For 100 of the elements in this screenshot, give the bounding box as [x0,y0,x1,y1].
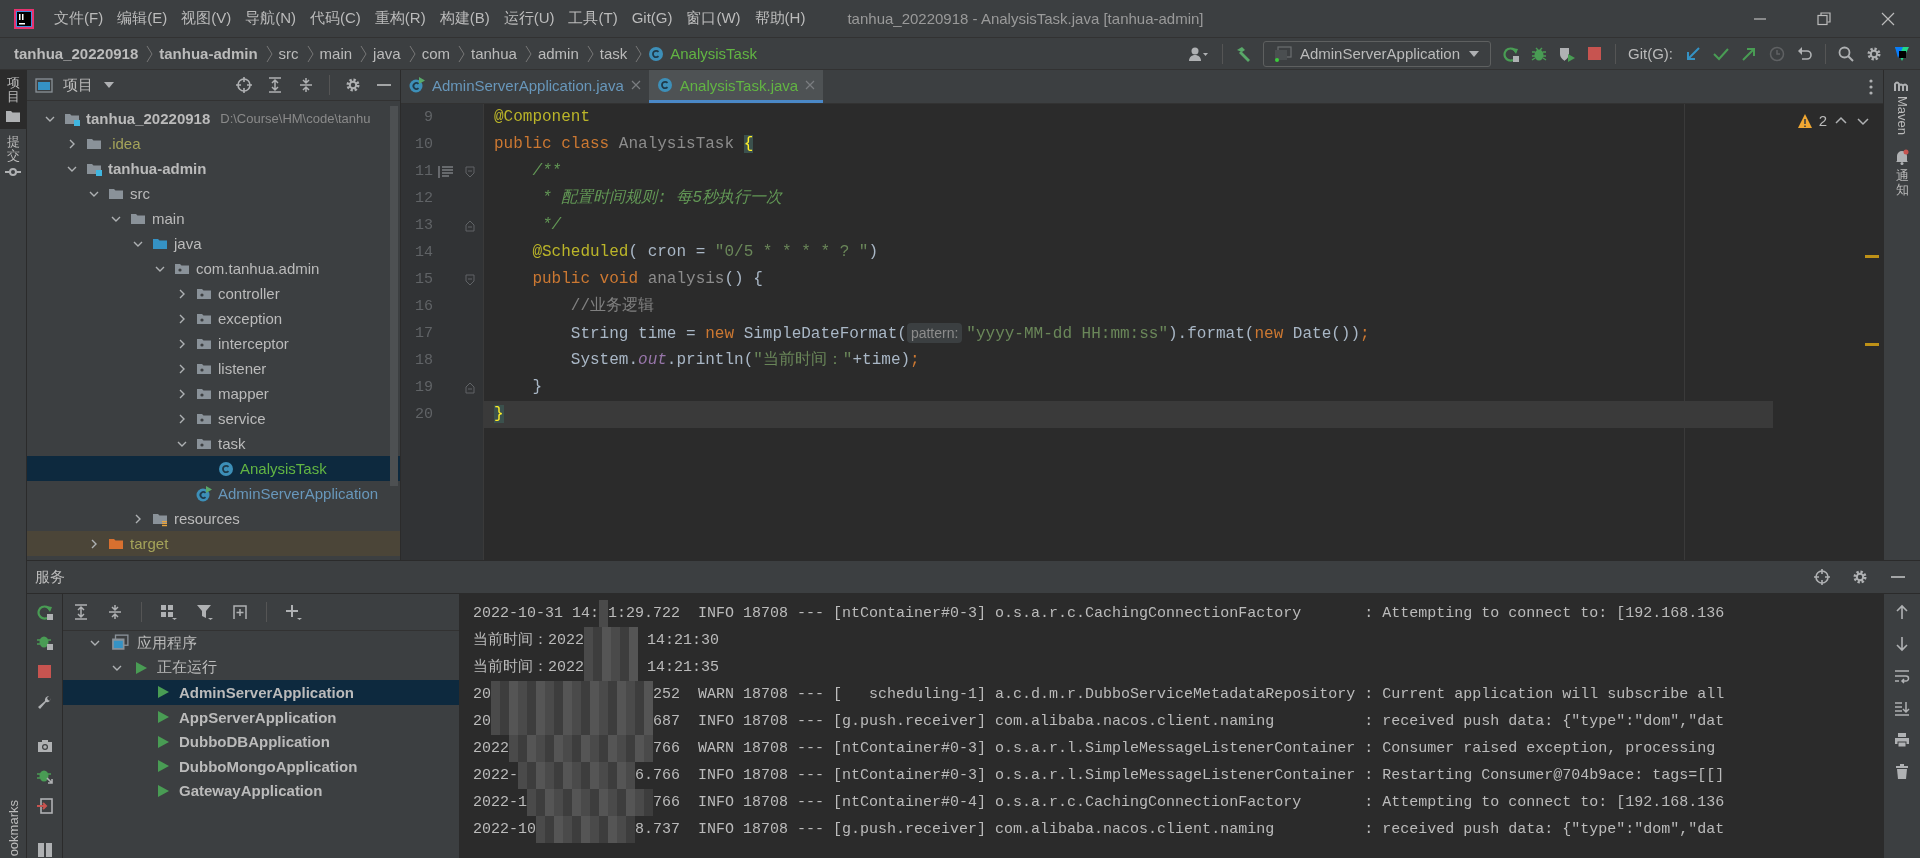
breadcrumb[interactable]: tanhua-admin [159,45,258,62]
menu-item[interactable]: 编辑(E) [117,9,168,28]
settings-icon[interactable] [1852,569,1868,585]
tree-item[interactable]: exception [27,306,400,331]
run-configuration-dropdown[interactable]: AdminServerApplication [1262,40,1491,67]
tree-item[interactable]: AnalysisTask [27,456,400,481]
tree-item[interactable]: .idea [27,131,400,156]
user-icon[interactable] [1187,45,1210,62]
menu-item[interactable]: 窗口(W) [686,9,741,28]
debug-icon[interactable] [36,634,53,650]
warning-marker[interactable] [1865,255,1879,258]
menu-item[interactable]: 帮助(H) [754,9,806,28]
warning-count[interactable]: 2 [1818,112,1827,129]
tool-window-tab[interactable]: 提交 [0,128,27,184]
breadcrumb[interactable]: admin [537,45,579,62]
search-icon[interactable] [1838,45,1854,62]
tree-item[interactable]: main [27,206,400,231]
tree-item[interactable]: service [27,406,400,431]
tree-item[interactable]: tanhua-admin [27,156,400,181]
layout-icon[interactable] [36,842,53,858]
menu-item[interactable]: 运行(U) [503,9,555,28]
caret-icon[interactable] [103,81,115,89]
tree-item[interactable]: task [27,431,400,456]
tree-item[interactable]: AdminServerApplication [63,680,459,705]
arrow-up-icon[interactable] [1894,604,1910,620]
crosshair-icon[interactable] [236,77,252,93]
settings-icon[interactable] [345,77,361,93]
editor-tab[interactable]: AnalysisTask.java [648,70,824,103]
breadcrumb[interactable]: tanhua_20220918 [14,45,139,62]
tree-item[interactable]: resources [27,506,400,531]
tree-item[interactable]: mapper [27,381,400,406]
settings-icon[interactable] [1866,45,1882,62]
rerun-icon[interactable] [1503,45,1519,62]
warning-marker[interactable] [1865,343,1879,346]
bookmarks-tab[interactable]: ookmarks [5,799,21,858]
scrollbar[interactable] [390,106,398,486]
tree-item[interactable]: controller [27,281,400,306]
tree-item[interactable]: listener [27,356,400,381]
close-icon[interactable] [1881,11,1895,26]
attach-debugger-icon[interactable] [36,768,53,784]
tree-item[interactable]: DubboMongoApplication [63,753,459,779]
toolbox-logo-icon[interactable] [1894,45,1910,62]
breadcrumb[interactable]: src [278,45,299,62]
breadcrumb[interactable]: tanhua [471,45,517,62]
restore-icon[interactable] [1817,11,1831,26]
arrow-down-left-icon[interactable] [1685,45,1701,62]
tree-item[interactable]: interceptor [27,331,400,356]
tree-item[interactable]: 正在运行 [63,655,459,681]
arrow-down-icon[interactable] [1894,636,1910,652]
tree-item[interactable]: com.tanhua.admin [27,256,400,281]
menu-item[interactable]: 导航(N) [245,9,296,28]
breadcrumb[interactable]: task [599,45,628,62]
warning-icon[interactable] [1796,112,1813,129]
editor-tab[interactable]: AdminServerApplication.java [401,70,649,103]
breadcrumb[interactable]: main [319,45,353,62]
tree-item[interactable]: AppServerApplication [63,704,459,730]
wrench-icon[interactable] [36,694,53,710]
menu-item[interactable]: 工具(T) [568,9,618,28]
tree-item[interactable]: tanhua_20220918 D:\Course\HM\code\tanhu [27,106,400,131]
tree-item[interactable]: target [27,531,400,556]
tree-item[interactable]: 应用程序 [63,631,459,656]
breadcrumb[interactable]: java [373,45,401,62]
menu-item[interactable]: 文件(F) [54,9,104,28]
tree-item[interactable]: DubboDBApplication [63,729,459,754]
rerun-icon[interactable] [36,604,53,620]
tree-item[interactable]: java [27,231,400,256]
more-icon[interactable] [1869,78,1873,95]
menu-item[interactable]: 视图(V) [181,9,232,28]
new-tab-icon[interactable] [232,604,248,620]
tool-window-tab[interactable]: Maven [1894,80,1910,136]
camera-icon[interactable] [36,738,53,754]
filter-icon[interactable] [196,604,214,620]
arrow-up-right-icon[interactable] [1741,45,1757,62]
coverage-icon[interactable] [1559,45,1575,62]
close-icon[interactable] [630,80,641,90]
menu-item[interactable]: 重构(R) [374,9,426,28]
menu-item[interactable]: 构建(B) [439,9,490,28]
tree-item[interactable]: GatewayApplication [63,778,459,804]
collapse-all-icon[interactable] [298,77,314,93]
tool-window-tab[interactable]: 通知 [1894,149,1910,198]
scroll-to-end-icon[interactable] [1894,700,1910,716]
soft-wrap-icon[interactable] [1894,668,1910,684]
tool-window-tab[interactable]: 项目 [0,70,27,129]
stop-icon[interactable] [36,664,53,680]
collapse-all-icon[interactable] [107,604,123,620]
app-logo-icon[interactable] [14,8,34,29]
group-icon[interactable] [160,604,178,620]
trash-icon[interactable] [1894,764,1910,780]
crosshair-icon[interactable] [1814,569,1830,585]
print-icon[interactable] [1894,732,1910,748]
menu-item[interactable]: Git(G) [631,9,673,28]
expand-all-icon[interactable] [73,604,89,620]
tree-item[interactable]: src [27,181,400,206]
expand-all-icon[interactable] [267,77,283,93]
breadcrumb[interactable]: com [421,45,450,62]
breadcrumb[interactable]: AnalysisTask [670,45,757,62]
menu-item[interactable]: 代码(C) [310,9,361,28]
stop-icon[interactable] [1587,45,1603,62]
undo-icon[interactable] [1797,45,1813,62]
debug-icon[interactable] [1531,45,1547,62]
